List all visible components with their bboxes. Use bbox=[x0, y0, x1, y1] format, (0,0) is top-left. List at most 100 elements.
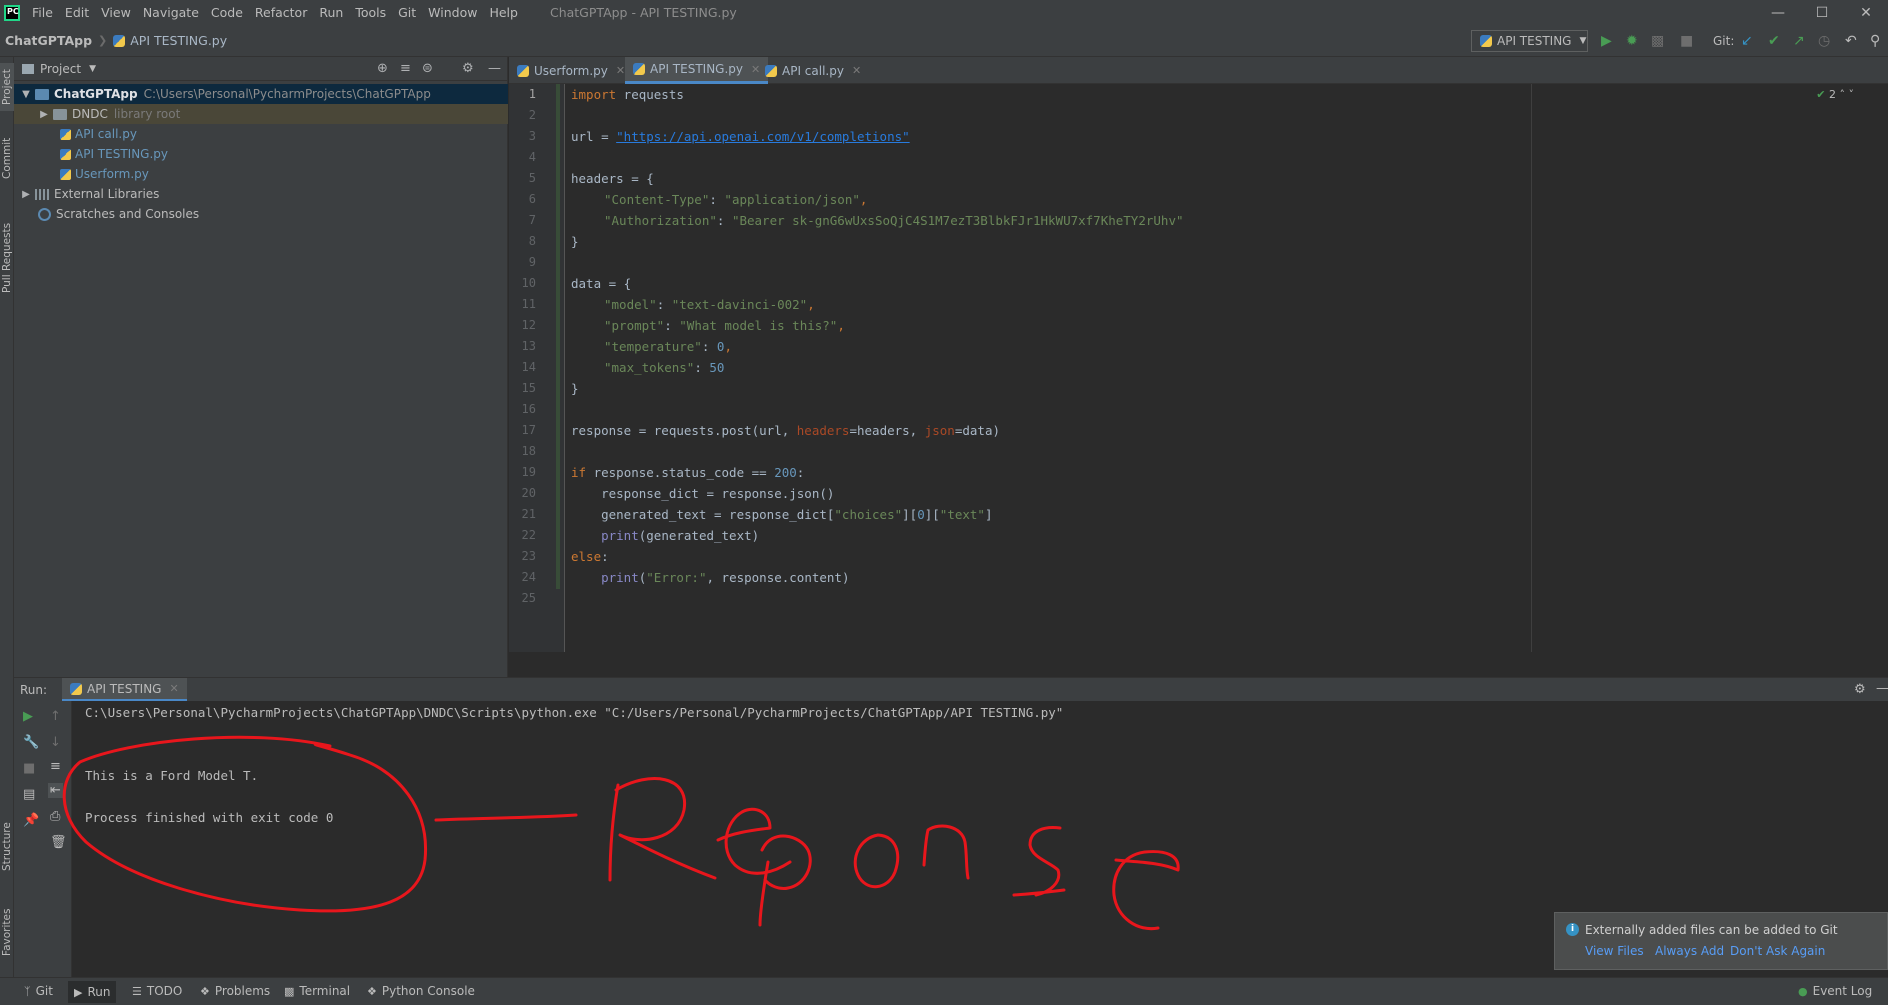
tool-tab-commit[interactable]: Commit bbox=[0, 133, 14, 183]
down-arrow-icon[interactable]: ↓ bbox=[50, 735, 61, 750]
status-todo[interactable]: ☰ TODO bbox=[132, 984, 182, 998]
layout-icon[interactable]: ▤ bbox=[23, 787, 35, 802]
tool-tab-project[interactable]: Project bbox=[0, 63, 14, 111]
line-number: 6 bbox=[528, 192, 536, 206]
tree-item-api-call[interactable]: API call.py bbox=[14, 124, 508, 144]
tool-tab-favorites[interactable]: Favorites bbox=[0, 902, 14, 962]
menu-code[interactable]: Code bbox=[205, 0, 249, 25]
run-config-dropdown[interactable]: API TESTING ▼ bbox=[1471, 30, 1588, 52]
line-number: 19 bbox=[521, 465, 536, 479]
locate-icon[interactable]: ⊕ bbox=[377, 61, 388, 76]
maximize-icon[interactable]: ☐ bbox=[1800, 0, 1844, 25]
tree-item-dndc[interactable]: ▶ DNDC library root bbox=[14, 104, 508, 124]
tab-api-call[interactable]: API call.py ✕ bbox=[757, 57, 869, 84]
pin-icon[interactable]: 📌 bbox=[23, 813, 39, 828]
tree-item-userform[interactable]: Userform.py bbox=[14, 164, 508, 184]
dont-ask-again-link[interactable]: Don't Ask Again bbox=[1730, 944, 1825, 958]
line-number: 21 bbox=[521, 507, 536, 521]
git-update-icon[interactable]: ↙ bbox=[1741, 33, 1753, 49]
hide-panel-icon[interactable]: — bbox=[1876, 681, 1888, 696]
debug-icon[interactable]: ✹ bbox=[1626, 33, 1638, 49]
tab-api-testing[interactable]: API TESTING.py ✕ bbox=[625, 57, 769, 84]
line-number: 20 bbox=[521, 486, 536, 500]
menu-run[interactable]: Run bbox=[313, 0, 349, 25]
menu-navigate[interactable]: Navigate bbox=[137, 0, 205, 25]
git-commit-icon[interactable]: ✔ bbox=[1768, 33, 1780, 49]
chevron-down-icon: ▼ bbox=[1579, 36, 1587, 46]
close-tab-icon[interactable]: ✕ bbox=[852, 64, 861, 77]
expand-all-icon[interactable]: ≡ bbox=[400, 61, 411, 76]
git-push-icon[interactable]: ↗ bbox=[1793, 33, 1805, 49]
status-terminal[interactable]: ▩ Terminal bbox=[284, 984, 350, 998]
print-icon[interactable]: ⎙ bbox=[50, 809, 60, 824]
menu-help[interactable]: Help bbox=[483, 0, 524, 25]
tool-tab-pull-requests[interactable]: Pull Requests bbox=[0, 213, 14, 303]
tree-item-external-libraries[interactable]: ▶ External Libraries bbox=[14, 184, 508, 204]
rollback-icon[interactable]: ↶ bbox=[1845, 33, 1857, 49]
code-line-20: response_dict = response.json() bbox=[571, 486, 835, 501]
list-icon: ☰ bbox=[132, 984, 142, 998]
project-panel-title[interactable]: Project bbox=[40, 62, 81, 76]
tree-item-api-testing[interactable]: API TESTING.py bbox=[14, 144, 508, 164]
tool-tab-structure[interactable]: Structure bbox=[0, 817, 14, 877]
collapse-all-icon[interactable]: ⊜ bbox=[422, 61, 433, 76]
menu-tools[interactable]: Tools bbox=[349, 0, 392, 25]
status-event-log[interactable]: ● Event Log bbox=[1798, 984, 1872, 998]
wrench-icon[interactable]: 🔧 bbox=[23, 735, 39, 750]
code-editor[interactable]: import requests url = "https://api.opena… bbox=[565, 84, 1888, 652]
gear-icon[interactable]: ⚙ bbox=[462, 61, 474, 76]
python-icon: ❖ bbox=[367, 984, 377, 998]
line-number: 22 bbox=[521, 528, 536, 542]
coverage-icon[interactable]: ▩ bbox=[1651, 33, 1664, 49]
chevron-down-icon[interactable]: ▼ bbox=[89, 64, 96, 74]
status-run[interactable]: ▶ Run bbox=[68, 981, 117, 1003]
status-git[interactable]: ᛉ Git bbox=[24, 984, 53, 998]
breadcrumb-separator-icon: ❯ bbox=[98, 34, 108, 47]
console-line-command: C:\Users\Personal\PycharmProjects\ChatGP… bbox=[85, 705, 1064, 720]
line-number: 17 bbox=[521, 423, 536, 437]
up-arrow-icon[interactable]: ↑ bbox=[50, 709, 61, 724]
code-line-17: response = requests.post(url, headers=he… bbox=[571, 423, 1000, 438]
line-number: 7 bbox=[528, 213, 536, 227]
scroll-to-end-icon[interactable]: ⇤ bbox=[48, 783, 63, 798]
code-line-22: print(generated_text) bbox=[601, 528, 760, 543]
always-add-link[interactable]: Always Add bbox=[1655, 944, 1724, 958]
breadcrumb-project[interactable]: ChatGPTApp bbox=[5, 33, 92, 48]
search-icon[interactable]: ⚲ bbox=[1870, 33, 1880, 49]
inspection-widget[interactable]: ✔ 2 ˄ ˅ bbox=[1816, 88, 1854, 101]
code-line-1: import requests bbox=[571, 87, 684, 102]
line-number: 11 bbox=[521, 297, 536, 311]
close-tab-icon[interactable]: ✕ bbox=[616, 64, 625, 77]
menu-edit[interactable]: Edit bbox=[59, 0, 95, 25]
hide-panel-icon[interactable]: — bbox=[488, 61, 501, 76]
tab-userform[interactable]: Userform.py ✕ bbox=[509, 57, 633, 84]
soft-wrap-icon[interactable]: ≡ bbox=[50, 759, 61, 774]
status-problems[interactable]: ❖ Problems bbox=[200, 984, 270, 998]
stop-icon[interactable]: ■ bbox=[1680, 33, 1693, 49]
gear-icon[interactable]: ⚙ bbox=[1854, 682, 1866, 697]
history-icon[interactable]: ◷ bbox=[1818, 33, 1830, 49]
close-icon[interactable]: ✕ bbox=[1844, 0, 1888, 25]
status-python-console[interactable]: ❖ Python Console bbox=[367, 984, 475, 998]
tree-root-path: C:\Users\Personal\PycharmProjects\ChatGP… bbox=[143, 87, 431, 101]
menu-file[interactable]: File bbox=[26, 0, 59, 25]
close-tab-icon[interactable]: ✕ bbox=[169, 682, 178, 695]
line-number: 25 bbox=[521, 591, 536, 605]
window-title: ChatGPTApp - API TESTING.py bbox=[549, 5, 737, 20]
menu-window[interactable]: Window bbox=[422, 0, 483, 25]
tree-item-scratches[interactable]: Scratches and Consoles bbox=[14, 204, 508, 224]
minimize-icon[interactable]: — bbox=[1756, 0, 1800, 25]
trash-icon[interactable]: 🗑 bbox=[50, 835, 67, 850]
menu-refactor[interactable]: Refactor bbox=[249, 0, 313, 25]
stop-icon[interactable]: ■ bbox=[23, 761, 35, 776]
view-files-link[interactable]: View Files bbox=[1585, 944, 1644, 958]
navigation-bar: ChatGPTApp ❯ API TESTING.py API TESTING … bbox=[0, 25, 1888, 57]
pycharm-logo-icon: PC bbox=[4, 4, 20, 21]
run-icon[interactable]: ▶ bbox=[1601, 33, 1612, 49]
menu-git[interactable]: Git bbox=[392, 0, 422, 25]
breadcrumb-file[interactable]: API TESTING.py bbox=[130, 33, 227, 48]
run-tab-api-testing[interactable]: API TESTING ✕ bbox=[62, 678, 187, 702]
tree-item-root[interactable]: ▼ ChatGPTApp C:\Users\Personal\PycharmPr… bbox=[14, 84, 508, 104]
menu-view[interactable]: View bbox=[95, 0, 137, 25]
rerun-icon[interactable]: ▶ bbox=[23, 709, 33, 724]
